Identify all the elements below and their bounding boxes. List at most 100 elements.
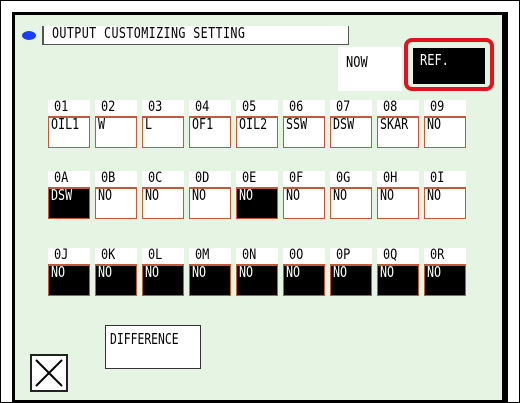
output-value-box[interactable]: NO	[377, 186, 419, 219]
output-value: NO	[333, 263, 348, 281]
output-cell[interactable]: 09 NO	[424, 99, 466, 148]
output-value: W	[98, 115, 106, 133]
output-cell[interactable]: 0I NO	[424, 170, 466, 219]
output-code: 0C	[148, 170, 163, 186]
output-value-box[interactable]: SSW	[283, 115, 325, 148]
output-value: NO	[192, 186, 207, 204]
output-cell[interactable]: 0M NO	[189, 247, 231, 296]
output-cell[interactable]: 0F NO	[283, 170, 325, 219]
output-code: 0L	[148, 247, 163, 263]
output-value: NO	[427, 115, 442, 133]
output-value-box[interactable]: NO	[283, 186, 325, 219]
output-value-box[interactable]: NO	[142, 263, 184, 296]
output-value: NO	[380, 186, 395, 204]
title-indicator-icon	[22, 31, 36, 40]
output-value: NO	[98, 186, 113, 204]
output-cell[interactable]: 0L NO	[142, 247, 184, 296]
output-value-box[interactable]: NO	[48, 263, 90, 296]
output-cell[interactable]: 0O NO	[283, 247, 325, 296]
now-indicator: NOW	[338, 47, 402, 91]
difference-button[interactable]: DIFFERENCE	[105, 325, 201, 369]
output-value-box[interactable]: NO	[189, 264, 231, 296]
output-cell[interactable]: 0Q NO	[377, 247, 419, 296]
output-value-box[interactable]: W	[95, 115, 137, 148]
output-code: 04	[195, 99, 210, 115]
output-cell[interactable]: 04 OF1	[189, 99, 231, 148]
output-cell[interactable]: 0D NO	[189, 170, 231, 219]
output-value-box[interactable]: NO	[330, 263, 372, 296]
output-value-box[interactable]: SKAR	[377, 115, 419, 148]
output-value-box[interactable]: DSW	[330, 115, 372, 148]
output-code: 08	[383, 99, 398, 115]
output-value-box[interactable]: OIL2	[236, 115, 278, 148]
output-cell[interactable]: 03 L	[142, 99, 184, 148]
output-value: NO	[239, 186, 254, 204]
output-cell[interactable]: 0B NO	[95, 170, 137, 219]
output-value-box[interactable]: NO	[189, 186, 231, 219]
output-value-box[interactable]: NO	[424, 263, 466, 296]
output-cell[interactable]: 07 DSW	[330, 99, 372, 148]
output-value: NO	[427, 263, 442, 281]
ref-label: REF.	[420, 51, 449, 69]
output-value-box[interactable]: NO	[377, 263, 419, 296]
title-bar: OUTPUT CUSTOMIZING SETTING	[22, 24, 349, 48]
close-button[interactable]	[30, 354, 68, 392]
output-value-box[interactable]: DSW	[48, 187, 90, 219]
output-value-box[interactable]: NO	[283, 263, 325, 296]
output-value-box[interactable]: OF1	[189, 116, 231, 148]
output-value: SSW	[286, 115, 308, 133]
output-cell[interactable]: 0H NO	[377, 170, 419, 219]
output-code: 0P	[336, 247, 351, 263]
output-value: OIL2	[239, 115, 268, 133]
output-value-box[interactable]: L	[142, 115, 184, 148]
output-value: L	[145, 115, 153, 133]
page-title: OUTPUT CUSTOMIZING SETTING	[52, 24, 246, 42]
output-cell[interactable]: 0E NO	[236, 170, 278, 219]
output-cell[interactable]: 0A DSW	[48, 170, 90, 219]
output-cell[interactable]: 0P NO	[330, 247, 372, 296]
output-value-box[interactable]: NO	[142, 186, 184, 219]
output-value: NO	[286, 263, 301, 281]
output-cell[interactable]: 0G NO	[330, 170, 372, 219]
output-cell[interactable]: 0R NO	[424, 247, 466, 296]
output-code: 0Q	[383, 247, 398, 263]
output-cell[interactable]: 0J NO	[48, 247, 90, 296]
output-code: 0O	[289, 247, 304, 263]
output-code: 0I	[430, 170, 445, 186]
output-value: DSW	[333, 115, 355, 133]
output-cell[interactable]: 0N NO	[236, 247, 278, 296]
output-value: NO	[239, 263, 254, 281]
output-cell[interactable]: 05 OIL2	[236, 99, 278, 148]
output-cell[interactable]: 08 SKAR	[377, 99, 419, 148]
output-cell[interactable]: 0C NO	[142, 170, 184, 219]
output-value: NO	[98, 263, 113, 281]
output-code: 02	[101, 99, 116, 115]
output-code: 0G	[336, 170, 351, 186]
output-value: NO	[380, 263, 395, 281]
output-cell[interactable]: 0K NO	[95, 247, 137, 296]
output-value: NO	[51, 263, 66, 281]
output-cell[interactable]: 06 SSW	[283, 99, 325, 148]
output-code: 0J	[54, 247, 69, 263]
output-cell[interactable]: 02 W	[95, 99, 137, 148]
output-value: NO	[145, 263, 160, 281]
output-value-box[interactable]: NO	[95, 186, 137, 219]
output-value-box[interactable]: OIL1	[48, 116, 90, 148]
output-value-box[interactable]: NO	[95, 263, 137, 296]
output-value-box[interactable]: NO	[424, 187, 466, 219]
close-x-icon	[35, 359, 63, 387]
output-value-box[interactable]: NO	[330, 187, 372, 219]
output-code: 0K	[101, 247, 116, 263]
output-value-box[interactable]: NO	[236, 263, 278, 296]
output-cell[interactable]: 01 OIL1	[48, 99, 90, 148]
output-code: 0D	[195, 170, 210, 186]
output-value: NO	[286, 186, 301, 204]
output-code: 03	[148, 99, 163, 115]
output-value: SKAR	[380, 115, 409, 133]
output-value: NO	[145, 186, 160, 204]
output-value-box[interactable]: NO	[236, 186, 278, 219]
output-code: 09	[430, 99, 445, 115]
output-code: 0R	[430, 247, 445, 263]
output-value-box[interactable]: NO	[424, 115, 466, 148]
ref-button[interactable]: REF.	[413, 48, 485, 84]
